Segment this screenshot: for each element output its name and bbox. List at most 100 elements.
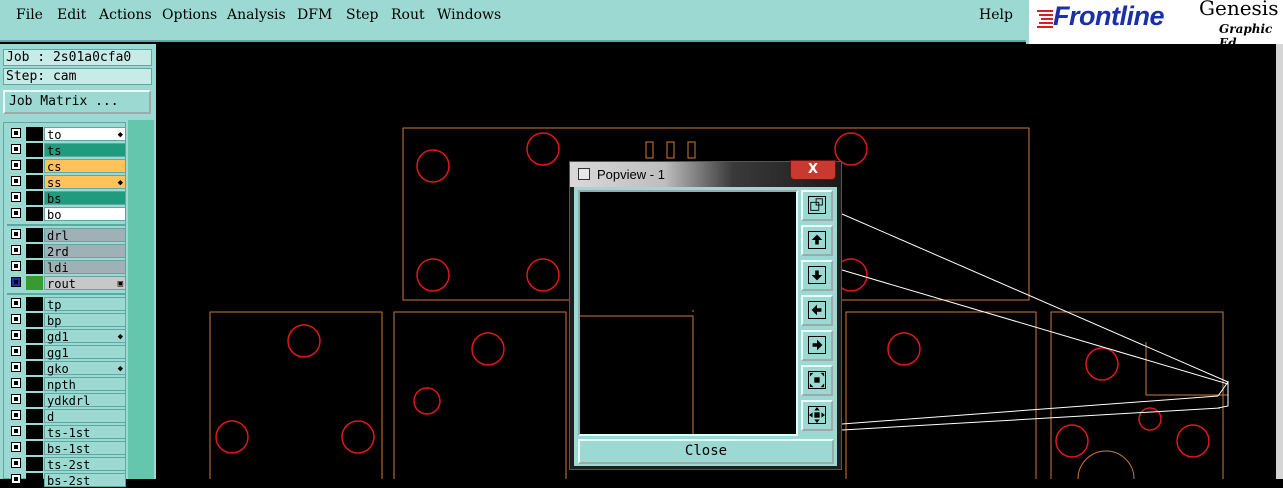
layer-row-tp[interactable]: tp <box>7 297 126 312</box>
pan-up-button[interactable] <box>801 225 833 256</box>
layer-color-swatch[interactable] <box>26 409 43 423</box>
layer-color-swatch[interactable] <box>26 425 43 439</box>
layer-checkbox[interactable] <box>11 330 21 340</box>
layer-checkbox[interactable] <box>11 346 21 356</box>
layer-checkbox[interactable] <box>11 229 21 239</box>
layer-color-swatch[interactable] <box>26 329 43 343</box>
layer-color-swatch[interactable] <box>26 393 43 407</box>
popview-viewport[interactable] <box>578 190 798 436</box>
layer-name[interactable]: bs-1st <box>44 441 126 456</box>
menu-file[interactable]: File <box>16 7 43 23</box>
layer-checkbox[interactable] <box>11 160 21 170</box>
popview-titlebar[interactable]: Popview - 1 X <box>570 160 841 187</box>
layer-name[interactable]: ts-2st <box>44 457 126 472</box>
zoom-out-button[interactable] <box>801 400 833 431</box>
layer-checkbox[interactable] <box>11 208 21 218</box>
layer-color-swatch[interactable] <box>26 175 43 189</box>
layer-name[interactable]: 2rd <box>44 244 126 259</box>
layer-name[interactable]: bp <box>44 313 126 328</box>
layer-row-bs-1st[interactable]: bs-1st <box>7 441 126 456</box>
layer-name[interactable]: gko ◆ <box>44 361 126 376</box>
zoom-window-button[interactable] <box>801 190 833 221</box>
layer-row-ts[interactable]: ts <box>7 143 126 158</box>
layer-name[interactable]: ydkdrl <box>44 393 126 408</box>
layer-row-to[interactable]: to ◆ <box>7 127 126 142</box>
layer-color-swatch[interactable] <box>26 143 43 157</box>
menu-windows[interactable]: Windows <box>437 7 501 23</box>
layer-color-swatch[interactable] <box>26 228 43 242</box>
layer-name[interactable]: ldi <box>44 260 126 275</box>
layer-color-swatch[interactable] <box>26 207 43 221</box>
layer-checkbox[interactable] <box>11 144 21 154</box>
layer-name[interactable]: ts <box>44 143 126 158</box>
popview-close-button[interactable]: Close <box>578 439 834 464</box>
layer-color-swatch[interactable] <box>26 361 43 375</box>
layer-color-swatch[interactable] <box>26 377 43 391</box>
layer-checkbox[interactable] <box>11 128 21 138</box>
layer-row-bs[interactable]: bs <box>7 191 126 206</box>
layer-row-bo[interactable]: bo <box>7 207 126 222</box>
layer-checkbox[interactable] <box>11 410 21 420</box>
layer-row-npth[interactable]: npth <box>7 377 126 392</box>
layer-color-swatch[interactable] <box>26 457 43 471</box>
layer-checkbox[interactable] <box>11 245 21 255</box>
pan-right-button[interactable] <box>801 330 833 361</box>
layer-name[interactable]: gg1 <box>44 345 126 360</box>
layer-name[interactable]: bo <box>44 207 126 222</box>
menu-edit[interactable]: Edit <box>57 7 86 23</box>
layer-name[interactable]: ts-1st <box>44 425 126 440</box>
layer-row-gg1[interactable]: gg1 <box>7 345 126 360</box>
menu-analysis[interactable]: Analysis <box>227 7 286 23</box>
layer-checkbox[interactable] <box>11 176 21 186</box>
layer-name[interactable]: npth <box>44 377 126 392</box>
layer-row-ts-2st[interactable]: ts-2st <box>7 457 126 472</box>
layer-name[interactable]: d <box>44 409 126 424</box>
pan-left-button[interactable] <box>801 295 833 326</box>
layer-color-swatch[interactable] <box>26 260 43 274</box>
layer-color-swatch[interactable] <box>26 345 43 359</box>
layer-checkbox[interactable] <box>11 474 21 484</box>
layer-checkbox[interactable] <box>11 362 21 372</box>
layer-name[interactable]: tp <box>44 297 126 312</box>
layer-name[interactable]: to ◆ <box>44 127 126 142</box>
layer-checkbox[interactable] <box>11 426 21 436</box>
layer-name[interactable]: drl <box>44 228 126 243</box>
layer-checkbox[interactable] <box>11 442 21 452</box>
layer-row-2rd[interactable]: 2rd <box>7 244 126 259</box>
job-matrix-button[interactable]: Job Matrix ... <box>3 90 151 114</box>
layer-color-swatch[interactable] <box>26 473 43 487</box>
layer-checkbox[interactable] <box>11 261 21 271</box>
layer-color-swatch[interactable] <box>26 191 43 205</box>
layer-color-swatch[interactable] <box>26 159 43 173</box>
layer-row-gd1[interactable]: gd1 ◆ <box>7 329 126 344</box>
menu-options[interactable]: Options <box>162 7 217 23</box>
layer-color-swatch[interactable] <box>26 244 43 258</box>
layer-color-swatch[interactable] <box>26 297 43 311</box>
layer-row-ts-1st[interactable]: ts-1st <box>7 425 126 440</box>
close-window-button[interactable]: X <box>790 160 836 180</box>
menu-actions[interactable]: Actions <box>99 7 152 23</box>
layer-checkbox[interactable] <box>11 394 21 404</box>
layer-checkbox[interactable] <box>11 277 21 287</box>
layer-color-swatch[interactable] <box>26 441 43 455</box>
layer-checkbox[interactable] <box>11 298 21 308</box>
layer-row-d[interactable]: d <box>7 409 126 424</box>
layer-checkbox[interactable] <box>11 192 21 202</box>
layer-row-drl[interactable]: drl <box>7 228 126 243</box>
layer-row-cs[interactable]: cs <box>7 159 126 174</box>
layer-name[interactable]: rout ▣ <box>44 276 126 291</box>
menu-help[interactable]: Help <box>979 7 1013 23</box>
layer-name[interactable]: cs <box>44 159 126 174</box>
layer-checkbox[interactable] <box>11 378 21 388</box>
right-scrollbar[interactable] <box>1276 44 1283 479</box>
layer-color-swatch[interactable] <box>26 276 43 290</box>
zoom-in-button[interactable] <box>801 365 833 396</box>
layer-row-ydkdrl[interactable]: ydkdrl <box>7 393 126 408</box>
layer-color-swatch[interactable] <box>26 313 43 327</box>
layer-row-bp[interactable]: bp <box>7 313 126 328</box>
layer-list-scrollbar[interactable] <box>128 120 154 479</box>
layer-name[interactable]: bs-2st <box>44 473 126 488</box>
layer-checkbox[interactable] <box>11 458 21 468</box>
menu-rout[interactable]: Rout <box>391 7 425 23</box>
layer-checkbox[interactable] <box>11 314 21 324</box>
